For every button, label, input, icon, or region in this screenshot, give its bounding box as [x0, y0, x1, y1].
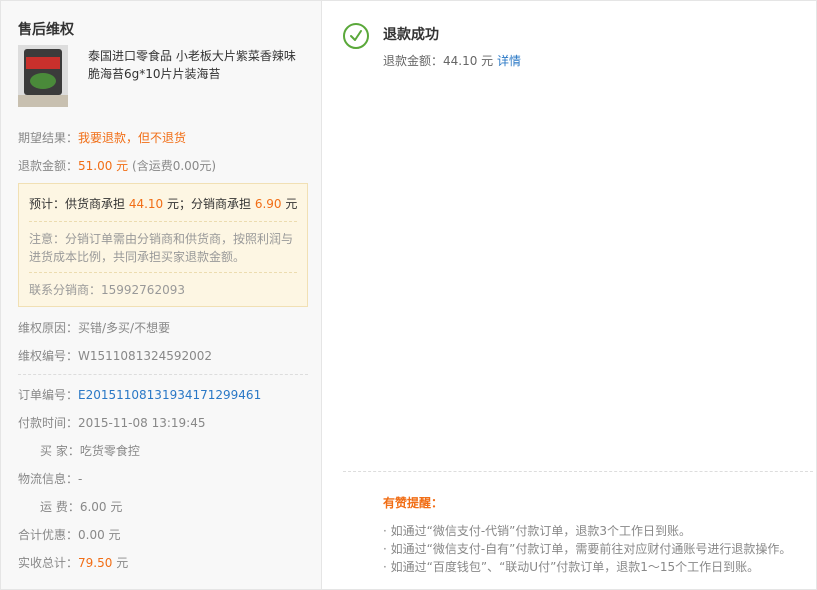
- notice-divider: [29, 272, 297, 273]
- paytime-label: 付款时间：: [18, 416, 79, 430]
- refund-amount-value: 51.00 元: [78, 159, 129, 173]
- total-unit: 元: [112, 556, 129, 570]
- buyer-value: 吃货零食控: [79, 444, 140, 458]
- tip-item: · 如通过“微信支付-代销”付款订单，退款3个工作日到账。: [383, 524, 692, 538]
- check-circle-icon: [343, 23, 369, 49]
- total-label: 实收总计：: [18, 556, 79, 570]
- dispute-number: 维权编号：W1511081324592002: [18, 347, 212, 364]
- tips-title: 有赞提醒：: [383, 496, 444, 510]
- order-label: 订单编号：: [18, 388, 79, 402]
- product-name-link[interactable]: 泰国进口零食品 小老板大片紫菜香辣味脆海苔6g*10片片装海苔: [88, 47, 303, 83]
- distributor-contact: 联系分销商：15992762093: [29, 283, 185, 297]
- notice-note: 注意：分销订单需由分销商和供货商，按照利润与进货成本比例，共同承担买家退款金额。: [29, 232, 294, 264]
- right-panel: 退款成功 退款金额：44.10 元 详情 有赞提醒： · 如通过“微信支付-代销…: [323, 1, 816, 589]
- paytime-value: 2015-11-08 13:19:45: [78, 416, 206, 430]
- dispute-reason: 维权原因：买错/多买/不想要: [18, 319, 170, 336]
- order-number: 订单编号：E20151108131934171299461: [18, 386, 261, 403]
- total-amount: 79.50: [78, 556, 113, 570]
- case-value: W1511081324592002: [78, 349, 213, 363]
- expected-label: 期望结果：: [18, 131, 79, 145]
- shipping-value: 6.00 元: [79, 500, 123, 514]
- notice-divider: [29, 221, 297, 222]
- reason-label: 维权原因：: [18, 321, 79, 335]
- total-discount: 合计优惠：0.00 元: [18, 526, 121, 543]
- tip-item: · 如通过“百度钱包”、“联动U付”付款订单，退款1～15个工作日到账。: [383, 560, 760, 574]
- refund-amount: 退款金额：51.00 元 (含运费0.00元): [18, 157, 216, 174]
- order-number-link[interactable]: E20151108131934171299461: [78, 388, 261, 402]
- logistics-value: -: [78, 472, 83, 486]
- refund-note: (含运费0.00元): [132, 159, 217, 173]
- refund-status-title: 退款成功: [383, 27, 439, 43]
- details-link[interactable]: 详情: [497, 54, 521, 68]
- refund-label: 退款金额：: [18, 159, 79, 173]
- product-thumbnail-icon[interactable]: [18, 45, 68, 107]
- tip-item: · 如通过“微信支付-自有”付款订单，需要前往对应财付通账号进行退款操作。: [383, 542, 792, 556]
- shipping-label: 运 费：: [40, 500, 80, 514]
- tips-list: · 如通过“微信支付-代销”付款订单，退款3个工作日到账。 · 如通过“微信支付…: [383, 522, 791, 576]
- discount-value: 0.00 元: [78, 528, 121, 542]
- product-info: 泰国进口零食品 小老板大片紫菜香辣味脆海苔6g*10片片装海苔: [18, 45, 308, 107]
- section-divider: [18, 374, 308, 375]
- expected-result: 期望结果：我要退款，但不退货: [18, 129, 186, 146]
- status-amount-text: 退款金额：44.10 元: [383, 54, 497, 68]
- refund-status-amount: 退款金额：44.10 元 详情: [383, 52, 521, 69]
- expected-value: 我要退款，但不退货: [78, 131, 187, 145]
- estimate-suffix: 元: [281, 197, 298, 211]
- refund-split-notice: 预计：供货商承担 44.10 元；分销商承担 6.90 元 注意：分销订单需由分…: [18, 183, 308, 307]
- left-panel: 售后维权 泰国进口零食品 小老板大片紫菜香辣味脆海苔6g*10片片装海苔 期望结…: [1, 1, 322, 589]
- shipping-fee: 运 费：6.00 元: [40, 498, 122, 515]
- tips-divider: [343, 471, 813, 472]
- logistics-label: 物流信息：: [18, 472, 79, 486]
- buyer-label: 买 家：: [40, 444, 80, 458]
- case-label: 维权编号：: [18, 349, 79, 363]
- estimate-prefix: 预计：供货商承担: [29, 197, 129, 211]
- payment-time: 付款时间：2015-11-08 13:19:45: [18, 414, 205, 431]
- supplier-amount: 44.10: [128, 197, 164, 211]
- estimate-mid: 元；分销商承担: [163, 197, 255, 211]
- estimate-line: 预计：供货商承担 44.10 元；分销商承担 6.90 元: [29, 195, 297, 212]
- page-title: 售后维权: [18, 22, 74, 38]
- buyer: 买 家：吃货零食控: [40, 442, 140, 459]
- total-received: 实收总计：79.50 元: [18, 554, 128, 571]
- reason-value: 买错/多买/不想要: [78, 321, 171, 335]
- discount-label: 合计优惠：: [18, 528, 79, 542]
- logistics-info: 物流信息：-: [18, 470, 82, 487]
- distributor-amount: 6.90: [254, 197, 282, 211]
